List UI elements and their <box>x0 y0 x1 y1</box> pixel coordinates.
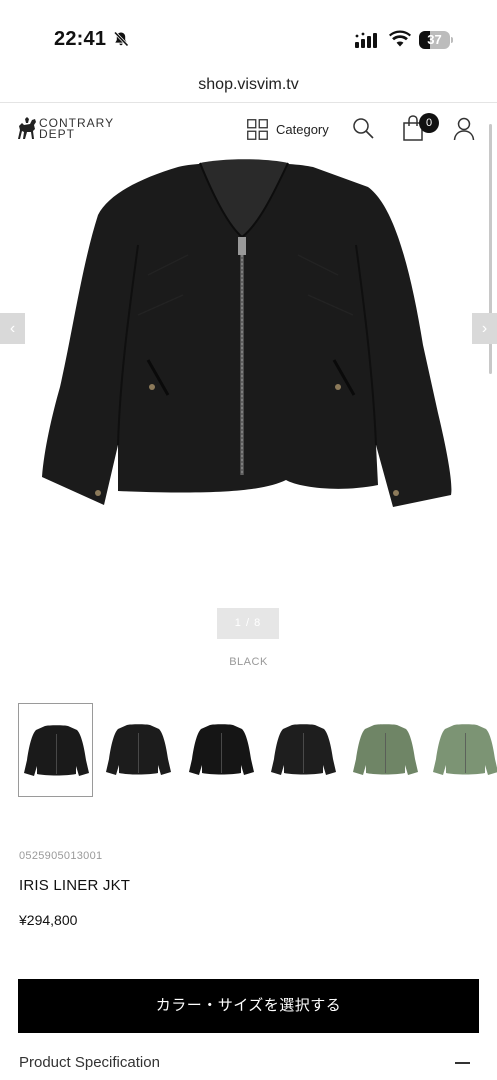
product-specification-label: Product Specification <box>19 1054 160 1071</box>
logo-wordmark: CONTRARY DEPT <box>39 117 114 141</box>
bell-muted-icon <box>113 31 129 47</box>
status-bar: 22:41 37 <box>0 0 497 66</box>
previous-image-button[interactable]: ‹ <box>0 313 25 344</box>
logo-line-2: DEPT <box>39 127 76 141</box>
url-bar[interactable]: shop.visvim.tv <box>0 70 497 100</box>
collapse-minus-icon[interactable] <box>455 1062 470 1064</box>
status-time: 22:41 <box>54 28 107 50</box>
grid-icon <box>247 119 268 140</box>
product-sku: 0525905013001 <box>19 850 103 862</box>
thumbnail-back-black-2[interactable] <box>266 703 341 797</box>
thumbnail-jacket-image <box>353 724 418 775</box>
site-header: CONTRARY DEPT Category 0 <box>0 103 497 155</box>
thumbnail-strip <box>18 703 497 798</box>
cart-count-badge: 0 <box>419 113 439 133</box>
product-specification-accordion[interactable]: Product Specification <box>0 1043 497 1080</box>
thumbnail-front-olive[interactable] <box>348 703 423 797</box>
product-price: ¥294,800 <box>19 912 78 928</box>
thumbnail-jacket-image <box>433 724 497 775</box>
product-name: IRIS LINER JKT <box>19 877 131 894</box>
search-icon[interactable] <box>352 117 374 139</box>
image-pager: 1 / 8 <box>217 608 279 639</box>
product-image-jacket[interactable] <box>38 155 458 515</box>
next-image-button[interactable]: › <box>472 313 497 344</box>
thumbnail-jacket-image <box>271 724 336 775</box>
horse-logo-icon <box>18 117 36 139</box>
user-account-icon[interactable] <box>453 117 475 141</box>
thumbnail-jacket-image <box>24 725 89 776</box>
thumbnail-back-black[interactable] <box>101 703 176 797</box>
thumbnail-jacket-image <box>189 724 254 775</box>
battery-percentage: 37 <box>427 32 442 47</box>
thumbnail-inside-black[interactable] <box>184 703 259 797</box>
thumbnail-jacket-image <box>106 724 171 775</box>
selected-color-name: BLACK <box>229 656 268 668</box>
thumbnail-back-olive[interactable] <box>428 703 497 797</box>
category-label: Category <box>276 122 329 137</box>
cellular-signal-icon <box>355 32 377 48</box>
site-logo[interactable]: CONTRARY DEPT <box>16 117 126 143</box>
wifi-icon <box>389 30 411 47</box>
thumbnail-front-black[interactable] <box>18 703 93 797</box>
battery-indicator: 37 <box>419 31 453 49</box>
select-color-size-button[interactable]: カラー・サイズを選択する <box>18 979 479 1033</box>
product-gallery[interactable]: ‹ › <box>0 155 497 605</box>
